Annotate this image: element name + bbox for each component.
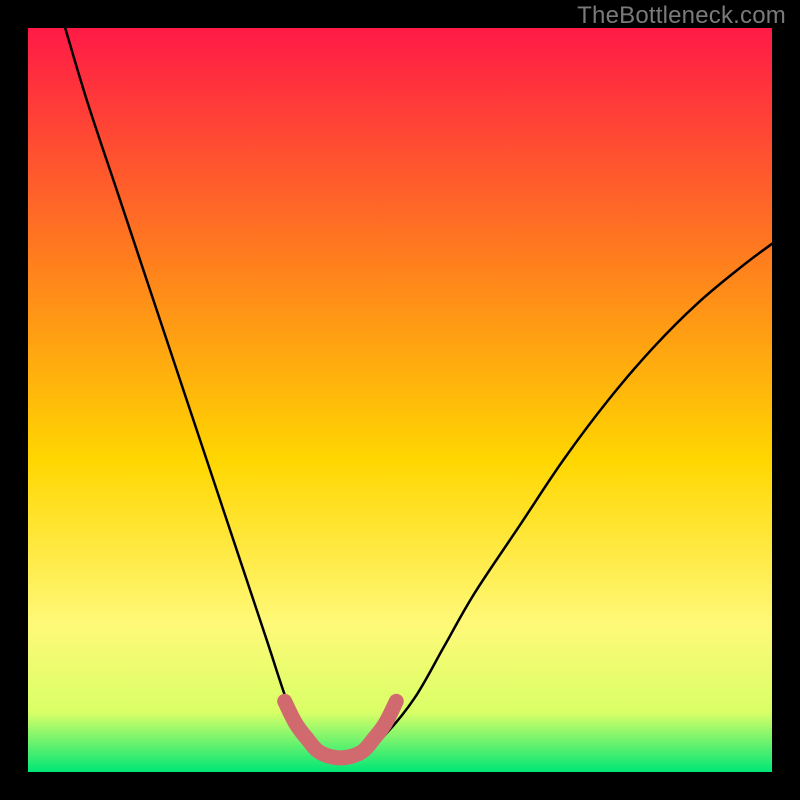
bottleneck-chart — [28, 28, 772, 772]
gradient-background — [28, 28, 772, 772]
plot-area — [28, 28, 772, 772]
outer-frame: TheBottleneck.com — [0, 0, 800, 800]
watermark-text: TheBottleneck.com — [577, 2, 786, 30]
